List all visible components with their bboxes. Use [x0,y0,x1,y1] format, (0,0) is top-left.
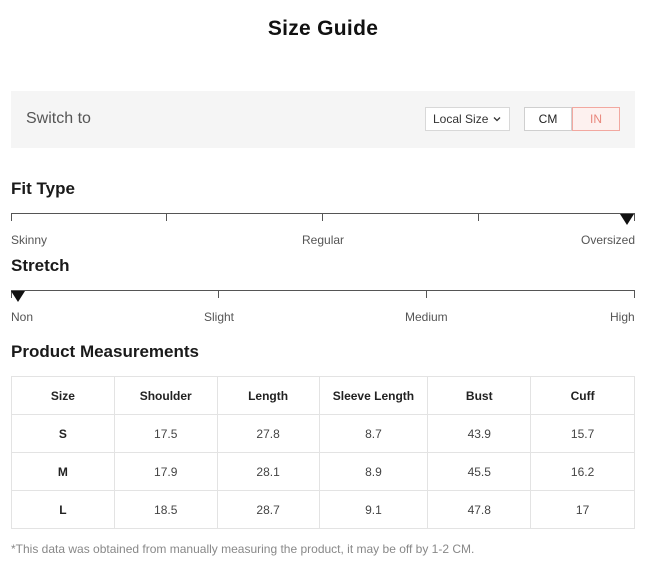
fit-type-tick [634,213,635,221]
fit-type-label-oversized: Oversized [581,233,636,247]
stretch-tick [426,290,427,298]
header-cuff: Cuff [530,376,635,415]
stretch-marker-icon [11,291,25,302]
fit-type-line [11,213,635,214]
stretch-line [11,290,635,291]
fit-type-marker-icon [620,214,634,225]
fit-type-label-regular: Regular [302,233,345,247]
sleeve-length-cell: 8.9 [318,452,429,491]
header-bust: Bust [427,376,532,415]
fit-type-tick [322,213,323,221]
length-cell: 27.8 [216,414,320,453]
measurement-footnote: *This data was obtained from manually me… [11,542,475,556]
shoulder-cell: 17.5 [113,414,218,453]
stretch-label-medium: Medium [405,310,448,324]
product-measurements-title: Product Measurements [11,342,199,361]
size-cell: M [11,452,115,491]
fit-type-tick [478,213,479,221]
length-cell: 28.1 [216,452,320,491]
shoulder-cell: 17.9 [113,452,218,491]
size-cell: S [11,414,115,453]
table-header-row: Size Shoulder Length Sleeve Length Bust … [11,376,635,415]
sleeve-length-cell: 8.7 [318,414,429,453]
shoulder-cell: 18.5 [113,490,218,529]
table-row: S 17.5 27.8 8.7 43.9 15.7 [11,414,635,453]
switch-to-label: Switch to [26,110,91,127]
stretch-label-non: Non [11,310,34,324]
header-length: Length [216,376,320,415]
unit-switch-bar: Switch to Local Size CM IN [11,91,635,148]
table-row: M 17.9 28.1 8.9 45.5 16.2 [11,452,635,491]
fit-type-tick [166,213,167,221]
chevron-down-icon [493,117,501,122]
bust-cell: 47.8 [427,490,532,529]
bust-cell: 43.9 [427,414,532,453]
measurements-table: Size Shoulder Length Sleeve Length Bust … [11,376,635,529]
table-row: L 18.5 28.7 9.1 47.8 17 [11,490,635,529]
unit-cm-button[interactable]: CM [524,107,572,131]
length-cell: 28.7 [216,490,320,529]
header-size: Size [11,376,115,415]
fit-type-title: Fit Type [11,179,75,198]
page-title: Size Guide [267,17,379,40]
stretch-label-slight: Slight [204,310,235,324]
stretch-tick [634,290,635,298]
cuff-cell: 16.2 [530,452,635,491]
cuff-cell: 17 [530,490,635,529]
stretch-tick [218,290,219,298]
header-shoulder: Shoulder [113,376,218,415]
cuff-cell: 15.7 [530,414,635,453]
unit-in-button[interactable]: IN [572,107,620,131]
sleeve-length-cell: 9.1 [318,490,429,529]
fit-type-label-skinny: Skinny [11,233,48,247]
size-cell: L [11,490,115,529]
fit-type-tick [11,213,12,221]
local-size-dropdown[interactable]: Local Size [425,107,510,131]
stretch-label-high: High [610,310,635,324]
bust-cell: 45.5 [427,452,532,491]
local-size-label: Local Size [433,112,489,126]
stretch-title: Stretch [11,256,70,275]
header-sleeve-length: Sleeve Length [318,376,429,415]
